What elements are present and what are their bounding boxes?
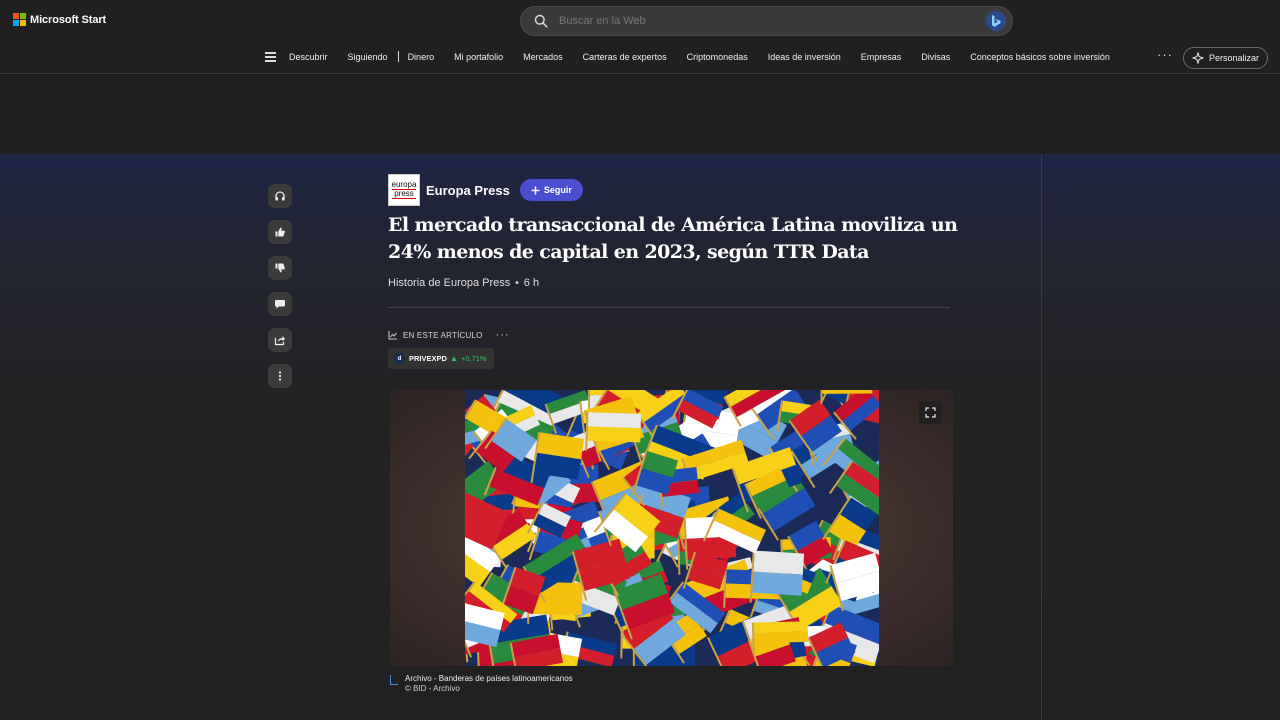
expand-image-button[interactable] xyxy=(919,401,942,424)
follow-button[interactable]: Seguir xyxy=(519,179,583,201)
dislike-button[interactable] xyxy=(268,256,292,280)
personalize-button[interactable]: Personalizar xyxy=(1183,47,1268,69)
personalize-sparkle-icon xyxy=(1191,52,1204,64)
share-icon xyxy=(274,336,285,346)
comment-icon xyxy=(275,300,285,309)
brand-name: Microsoft Start xyxy=(30,13,107,26)
article-image-container xyxy=(390,390,953,666)
more-vertical-icon xyxy=(278,371,282,381)
nav-item-conceptos-basicos[interactable]: Conceptos básicos sobre inversión xyxy=(970,52,1110,62)
article-headline: El mercado transaccional de América Lati… xyxy=(388,214,958,263)
nav-item-dinero[interactable]: Dinero xyxy=(408,52,435,62)
in-this-article-more-button[interactable]: ··· xyxy=(496,329,510,341)
action-rail xyxy=(268,184,292,388)
caption-accent-mark xyxy=(390,675,398,685)
search-icon xyxy=(533,13,549,29)
listen-button[interactable] xyxy=(268,184,292,208)
in-this-article-header: EN ESTE ARTÍCULO ··· xyxy=(388,329,510,341)
ticker-symbol: PRIVEXPD xyxy=(409,354,447,363)
byline-source[interactable]: Historia de Europa Press xyxy=(388,277,510,289)
nav-divider xyxy=(397,51,399,62)
ticker-logo-icon: d xyxy=(394,353,405,364)
ticker-change: +0,71% xyxy=(460,354,487,363)
byline-separator: • xyxy=(515,277,519,289)
ad-placeholder-band xyxy=(0,75,1280,154)
nav-item-divisas[interactable]: Divisas xyxy=(921,52,950,62)
more-options-button[interactable] xyxy=(268,364,292,388)
nav-item-ideas-de-inversion[interactable]: Ideas de inversión xyxy=(768,52,841,62)
chart-trend-icon xyxy=(388,331,397,340)
personalize-label: Personalizar xyxy=(1208,53,1260,63)
microsoft-logo-icon xyxy=(13,13,26,26)
plus-icon xyxy=(531,186,540,194)
article-byline: Historia de Europa Press • 6 h xyxy=(388,277,539,289)
right-column-divider xyxy=(1041,154,1042,720)
bing-icon[interactable] xyxy=(986,11,1006,31)
nav-item-carteras-de-expertos[interactable]: Carteras de expertos xyxy=(583,52,667,62)
caption-title: Archivo - Banderas de países latinoameri… xyxy=(405,674,573,683)
thumbs-up-icon xyxy=(275,227,285,237)
top-bar: Microsoft Start xyxy=(0,0,1280,42)
follow-label: Seguir xyxy=(543,185,572,195)
search-input[interactable] xyxy=(559,15,959,27)
ticker-chip[interactable]: d PRIVEXPD +0,71% xyxy=(388,348,494,369)
publisher-name[interactable]: Europa Press xyxy=(426,183,510,198)
microsoft-start-logo[interactable]: Microsoft Start xyxy=(13,13,106,26)
image-caption: Archivo - Banderas de países latinoameri… xyxy=(390,674,573,694)
headphones-icon xyxy=(275,191,285,201)
category-nav: Descubrir Siguiendo Dinero Mi portafolio… xyxy=(0,42,1280,74)
publisher-logo-line2: press xyxy=(392,189,416,199)
article-area: europa press Europa Press Seguir El merc… xyxy=(0,154,1280,720)
caption-credit: © BID - Archivo xyxy=(405,684,460,693)
publisher-header: europa press Europa Press Seguir xyxy=(388,174,583,206)
nav-item-mi-portafolio[interactable]: Mi portafolio xyxy=(454,52,503,62)
share-button[interactable] xyxy=(268,328,292,352)
nav-item-mercados[interactable]: Mercados xyxy=(523,52,563,62)
hamburger-menu-icon[interactable] xyxy=(265,52,276,62)
nav-item-siguiendo[interactable]: Siguiendo xyxy=(348,52,388,62)
search-box[interactable] xyxy=(520,6,1013,36)
up-arrow-icon xyxy=(451,356,457,361)
thumbs-down-icon xyxy=(275,263,285,273)
article-image-flags[interactable] xyxy=(465,390,879,666)
like-button[interactable] xyxy=(268,220,292,244)
fullscreen-icon xyxy=(925,407,936,418)
nav-item-descubrir[interactable]: Descubrir xyxy=(289,52,328,62)
in-this-article-label: EN ESTE ARTÍCULO xyxy=(403,330,483,340)
nav-item-criptomonedas[interactable]: Criptomonedas xyxy=(687,52,748,62)
publisher-logo[interactable]: europa press xyxy=(388,174,420,206)
header-divider xyxy=(388,307,950,308)
comment-button[interactable] xyxy=(268,292,292,316)
nav-more-button[interactable]: ··· xyxy=(1157,47,1173,62)
publisher-logo-line1: europa xyxy=(391,180,417,189)
article-age: 6 h xyxy=(523,277,540,289)
nav-item-empresas[interactable]: Empresas xyxy=(861,52,902,62)
